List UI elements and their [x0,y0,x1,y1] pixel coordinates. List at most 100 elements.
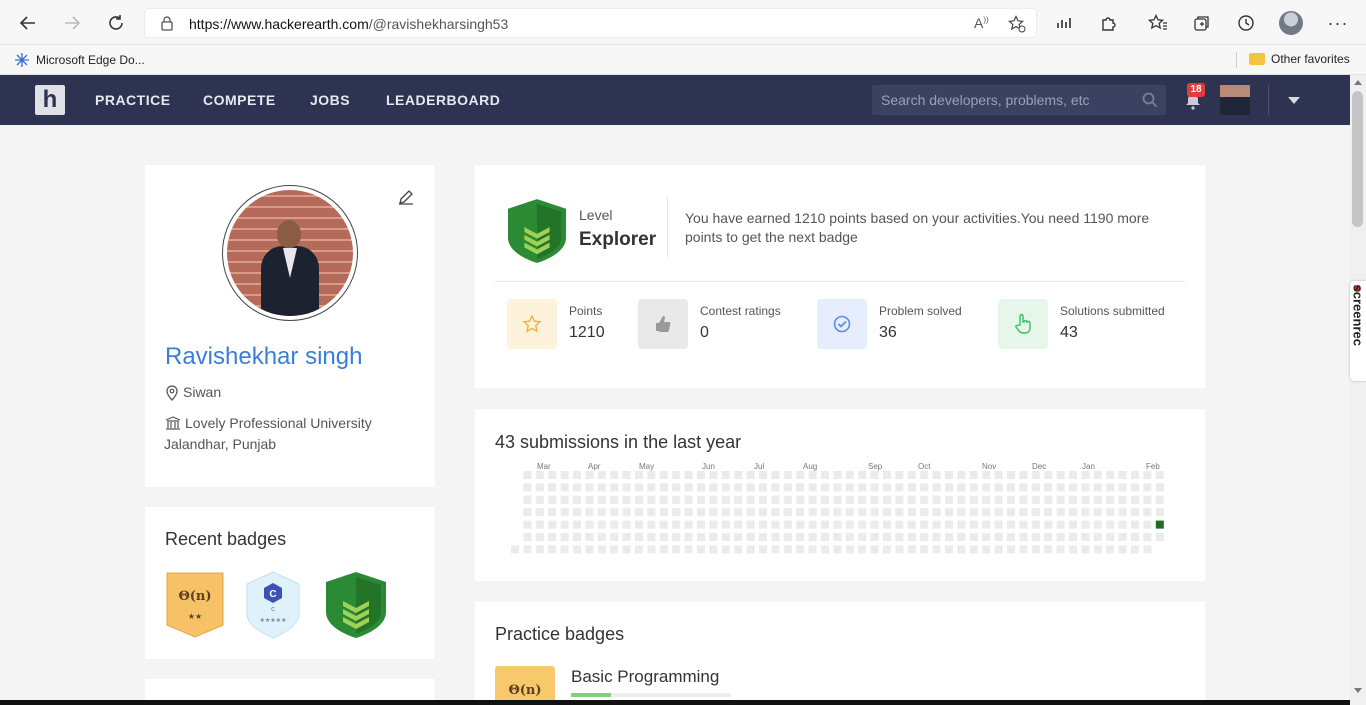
heatmap-cell[interactable] [610,495,619,504]
heatmap-cell[interactable] [883,471,891,479]
heatmap-cell[interactable] [523,508,532,517]
heatmap-cell[interactable] [895,495,904,504]
heatmap-cell[interactable] [994,508,1003,517]
heatmap-cell[interactable] [610,508,619,517]
heatmap-cell[interactable] [895,520,904,529]
heatmap-cell[interactable] [560,545,569,554]
heatmap-cell[interactable] [821,520,829,529]
heatmap-cell[interactable] [560,533,569,541]
favorites-icon[interactable] [1145,10,1171,36]
heatmap-cell[interactable] [548,545,557,554]
heatmap-cell[interactable] [833,545,842,554]
heatmap-cell[interactable] [746,545,755,554]
heatmap-cell[interactable] [1143,471,1152,479]
heatmap-cell[interactable] [957,508,966,517]
refresh-icon[interactable] [103,10,129,36]
performance-icon[interactable] [1052,10,1078,36]
heatmap-cell[interactable] [796,483,805,492]
heatmap-cell[interactable] [684,533,693,541]
heatmap-cell[interactable] [808,495,817,504]
heatmap-cell[interactable] [945,471,953,479]
heatmap-cell[interactable] [969,495,978,504]
heatmap-cell[interactable] [759,533,767,541]
heatmap-cell[interactable] [1131,533,1139,541]
heatmap-cell[interactable] [796,508,805,517]
heatmap-cell[interactable] [833,495,842,504]
heatmap-cell[interactable] [932,495,941,504]
heatmap-cell[interactable] [1118,508,1127,517]
heatmap-cell[interactable] [1131,545,1139,554]
heatmap-cell[interactable] [1131,508,1139,517]
heatmap-cell[interactable] [622,495,631,504]
heatmap-cell[interactable] [895,508,904,517]
heatmap-cell[interactable] [808,520,817,529]
heatmap-cell[interactable] [734,533,743,541]
heatmap-cell[interactable] [1007,495,1015,504]
heatmap-cell[interactable] [1131,520,1139,529]
heatmap-cell[interactable] [659,545,668,554]
heatmap-cell[interactable] [771,471,780,479]
heatmap-cell[interactable] [994,545,1003,554]
heatmap-cell[interactable] [721,545,730,554]
heatmap-cell[interactable] [883,520,891,529]
heatmap-cell[interactable] [1081,483,1090,492]
heatmap-cell[interactable] [1069,533,1077,541]
heatmap-cell[interactable] [907,495,916,504]
heatmap-cell[interactable] [1044,471,1053,479]
heatmap-cell[interactable] [1007,533,1015,541]
heatmap-cell[interactable] [709,471,718,479]
heatmap-cell[interactable] [511,545,519,554]
heatmap-cell[interactable] [622,471,631,479]
heatmap-cell[interactable] [1106,471,1115,479]
heatmap-cell[interactable] [845,508,854,517]
heatmap-cell[interactable] [697,533,705,541]
heatmap-cell[interactable] [597,545,606,554]
heatmap-cell[interactable] [1118,533,1127,541]
heatmap-cell[interactable] [585,533,594,541]
user-avatar[interactable] [1220,85,1250,115]
heatmap-cell[interactable] [1056,483,1065,492]
heatmap-cell[interactable] [759,545,767,554]
heatmap-cell[interactable] [585,495,594,504]
heatmap-cell[interactable] [883,545,891,554]
heatmap-cell[interactable] [1056,520,1065,529]
heatmap-cell[interactable] [672,520,681,529]
heatmap-cell[interactable] [684,545,693,554]
heatmap-cell[interactable] [721,495,730,504]
heatmap-cell[interactable] [1031,533,1040,541]
heatmap-cell[interactable] [734,483,743,492]
heatmap-cell[interactable] [684,520,693,529]
heatmap-cell[interactable] [969,545,978,554]
heatmap-cell[interactable] [932,520,941,529]
heatmap-cell[interactable] [548,471,557,479]
scroll-up-arrow[interactable] [1354,80,1362,85]
heatmap-cell[interactable] [883,483,891,492]
heatmap-cell[interactable] [957,495,966,504]
heatmap-cell[interactable] [957,520,966,529]
heatmap-cell[interactable] [858,495,867,504]
heatmap-cell[interactable] [845,483,854,492]
heatmap-cell[interactable] [1031,471,1040,479]
heatmap-cell[interactable] [672,495,681,504]
heatmap-cell[interactable] [907,520,916,529]
heatmap-cell[interactable] [709,483,718,492]
heatmap-cell[interactable] [833,520,842,529]
screenrec-extension-tab[interactable]: screenrec [1350,281,1366,381]
heatmap-cell[interactable] [573,471,581,479]
heatmap-cell[interactable] [932,508,941,517]
heatmap-cell[interactable] [1031,520,1040,529]
heatmap-cell[interactable] [870,508,879,517]
heatmap-cell[interactable] [535,508,544,517]
extensions-icon[interactable] [1096,10,1122,36]
heatmap-cell[interactable] [1069,520,1077,529]
hackerearth-logo[interactable]: h [35,85,65,115]
heatmap-cell[interactable] [1031,545,1040,554]
heatmap-cell[interactable] [783,520,792,529]
heatmap-cell[interactable] [771,520,780,529]
heatmap-cell[interactable] [821,495,829,504]
heatmap-cell[interactable] [796,545,805,554]
heatmap-cell[interactable] [548,508,557,517]
heatmap-cell[interactable] [659,520,668,529]
heatmap-cell[interactable] [535,495,544,504]
heatmap-cell[interactable] [1044,508,1053,517]
